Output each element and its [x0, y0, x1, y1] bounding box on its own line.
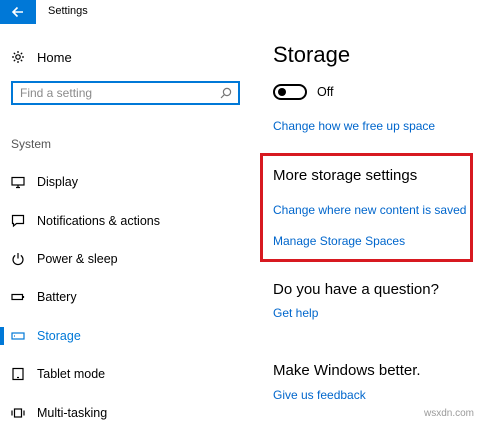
feedback-heading: Make Windows better. [273, 362, 421, 379]
sidebar-item-label: Storage [37, 328, 81, 343]
battery-icon [11, 290, 25, 304]
change-free-up-link[interactable]: Change how we free up space [273, 119, 435, 133]
sidebar-item-display[interactable]: Display [0, 163, 250, 201]
sidebar-item-power-sleep[interactable]: Power & sleep [0, 240, 250, 278]
title-bar: Settings [0, 0, 480, 24]
sidebar-nav: Display Notifications & actions Power & … [0, 163, 250, 432]
get-help-link[interactable]: Get help [273, 306, 318, 320]
more-storage-heading: More storage settings [273, 167, 418, 184]
toggle-state-label: Off [317, 85, 334, 99]
sidebar-item-tablet-mode[interactable]: Tablet mode [0, 355, 250, 393]
sidebar-item-label: Battery [37, 290, 77, 305]
toggle-knob [278, 88, 286, 96]
search-icon[interactable] [214, 83, 238, 103]
storage-sense-toggle[interactable] [273, 84, 307, 100]
nav-home-label: Home [37, 49, 72, 65]
sidebar-item-label: Tablet mode [37, 367, 106, 382]
sidebar-item-battery[interactable]: Battery [0, 278, 250, 316]
sidebar-item-label: Multi-tasking [37, 405, 108, 420]
monitor-icon [11, 175, 25, 189]
change-content-location-link[interactable]: Change where new content is saved [273, 203, 466, 217]
sidebar-item-notifications[interactable]: Notifications & actions [0, 201, 250, 239]
selection-indicator [0, 326, 4, 345]
arrow-left-icon [11, 5, 25, 19]
sidebar-item-label: Display [37, 175, 78, 190]
give-feedback-link[interactable]: Give us feedback [273, 388, 366, 402]
section-label-system: System [11, 137, 52, 151]
chat-bubble-icon [11, 214, 25, 228]
multitask-icon [11, 406, 25, 420]
page-title: Storage [273, 42, 351, 67]
sidebar-item-multitasking[interactable]: Multi-tasking [0, 393, 250, 431]
sidebar-item-label: Power & sleep [37, 251, 118, 266]
tablet-icon [11, 367, 25, 381]
sidebar-item-label: Notifications & actions [37, 213, 160, 228]
storage-drive-icon [11, 329, 25, 343]
nav-home[interactable]: Home [11, 48, 72, 66]
app-title: Settings [48, 5, 88, 17]
manage-storage-spaces-link[interactable]: Manage Storage Spaces [273, 234, 405, 248]
watermark: wsxdn.com [423, 408, 474, 419]
sidebar-item-storage[interactable]: Storage [0, 317, 250, 355]
search-input[interactable] [13, 84, 214, 102]
home-gear-icon [11, 50, 25, 64]
power-icon [11, 252, 25, 266]
back-button[interactable] [0, 0, 36, 24]
storage-sense-row: Off [273, 84, 333, 100]
question-heading: Do you have a question? [273, 281, 439, 298]
search-box[interactable] [11, 81, 240, 105]
